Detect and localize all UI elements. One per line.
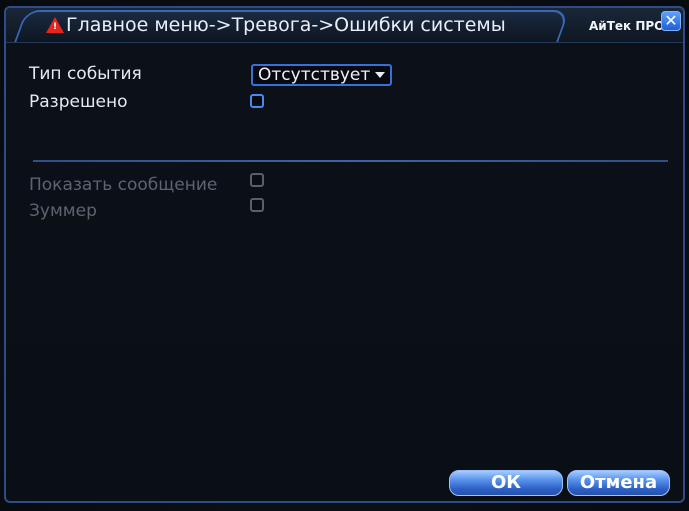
warning-icon-mark: ! xyxy=(52,22,58,32)
title-bar: ! Главное меню->Тревога->Ошибки системы … xyxy=(6,8,683,43)
breadcrumb: Главное меню->Тревога->Ошибки системы xyxy=(66,14,506,36)
brand-logo: АйТек ПРО xyxy=(589,19,665,33)
screen: ! Главное меню->Тревога->Ошибки системы … xyxy=(0,0,689,511)
section-divider xyxy=(33,160,668,162)
chevron-down-icon xyxy=(375,72,385,78)
show-message-checkbox[interactable] xyxy=(250,173,264,187)
buzzer-checkbox[interactable] xyxy=(250,198,264,212)
buzzer-label: Зуммер xyxy=(29,201,97,221)
close-icon[interactable]: ✕ xyxy=(661,11,681,31)
ok-button[interactable]: ОК xyxy=(449,470,563,496)
event-type-select[interactable]: Отсутствует xyxy=(251,64,392,86)
enabled-label: Разрешено xyxy=(29,92,128,112)
show-message-label: Показать сообщение xyxy=(29,175,218,195)
cancel-button[interactable]: Отмена xyxy=(567,470,670,496)
settings-window: ! Главное меню->Тревога->Ошибки системы … xyxy=(4,6,685,503)
event-type-label: Тип события xyxy=(29,64,142,84)
enabled-checkbox[interactable] xyxy=(250,94,264,108)
event-type-value: Отсутствует xyxy=(258,66,370,85)
